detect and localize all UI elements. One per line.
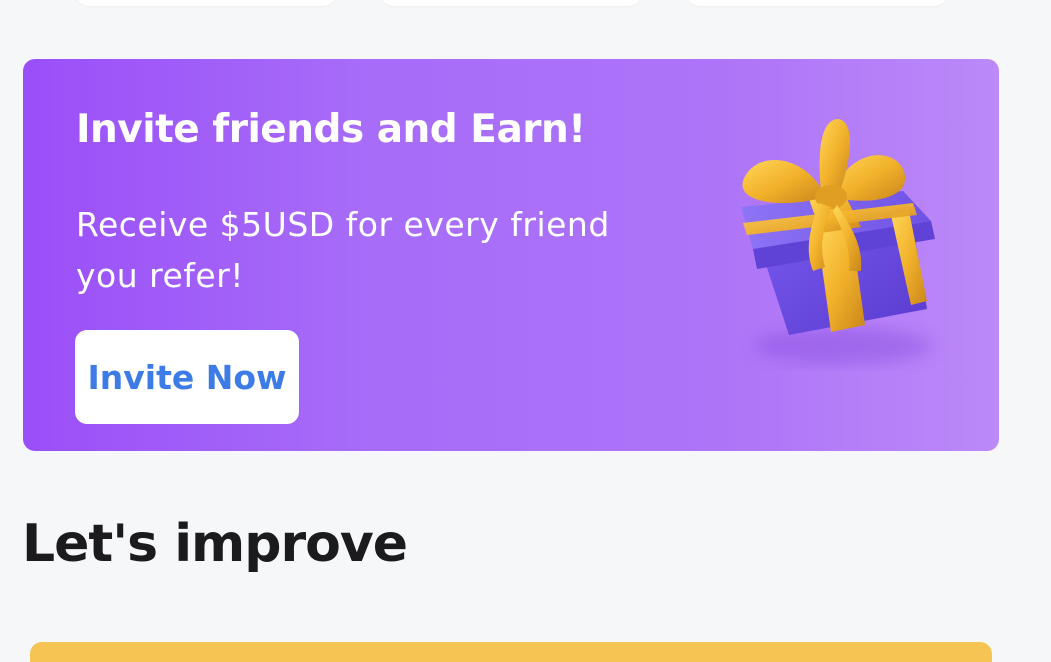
top-card-left[interactable]: [75, 0, 337, 6]
gift-box-icon: [741, 119, 935, 364]
top-card-right[interactable]: [686, 0, 948, 6]
section-title-lets-improve: Let's improve: [22, 514, 408, 574]
invite-subtitle: Receive $5USD for every friend you refer…: [76, 205, 610, 295]
invite-now-button[interactable]: Invite Now: [75, 330, 299, 424]
invite-banner: Invite friends and Earn! Receive $5USD f…: [23, 59, 999, 451]
invite-title: Invite friends and Earn!: [76, 107, 586, 152]
top-card-middle[interactable]: [380, 0, 642, 6]
next-card[interactable]: [30, 642, 992, 662]
